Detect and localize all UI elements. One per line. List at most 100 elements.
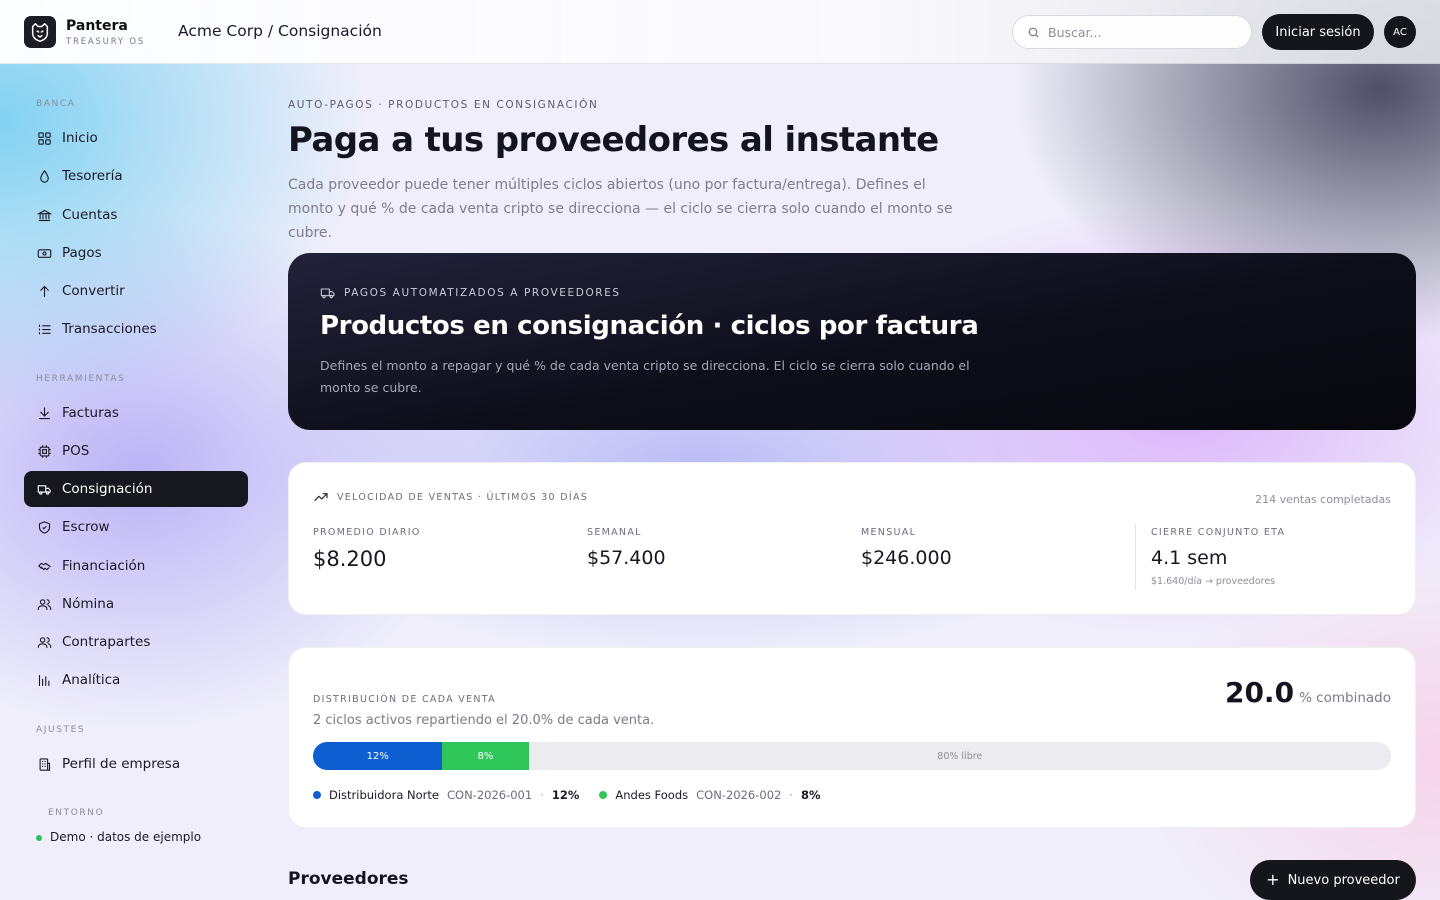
legend-code: CON-2026-002 <box>696 788 782 802</box>
bank-icon <box>36 207 52 223</box>
hero-kicker-text: PAGOS AUTOMATIZADOS A PROVEEDORES <box>344 287 621 299</box>
panther-logo-icon[interactable] <box>24 16 56 48</box>
page-description: Cada proveedor puede tener múltiples cic… <box>288 177 953 241</box>
sidebar-item-perfil-empresa[interactable]: Perfil de empresa <box>24 746 248 782</box>
environment-label: Demo · datos de ejemplo <box>50 830 202 844</box>
distribution-subtitle: 2 ciclos activos repartiendo el 20.0% de… <box>313 713 655 728</box>
page-title: Paga a tus proveedores al instante <box>288 120 939 160</box>
distribution-label: DISTRIBUCIÓN DE CADA VENTA <box>313 694 496 705</box>
sidebar-item-label: POS <box>62 443 90 459</box>
grid-icon <box>36 130 52 146</box>
metric-label-weekly: SEMANAL <box>587 527 642 538</box>
sidebar-item-label: Analítica <box>62 672 121 688</box>
hero-description: Defines el monto a repagar y qué % de ca… <box>320 358 970 395</box>
metric-label-monthly: MENSUAL <box>861 527 917 538</box>
distribution-segment-andes-foods[interactable]: 8% <box>442 742 529 770</box>
list-icon <box>36 321 52 337</box>
truck-icon <box>36 481 52 497</box>
plus-icon: + <box>1266 870 1280 889</box>
sidebar-item-consignacion[interactable]: Consignación <box>24 471 248 507</box>
search-icon <box>1027 26 1040 39</box>
combined-unit: % combinado <box>1299 690 1391 706</box>
arrow-up-icon <box>36 283 52 299</box>
avatar[interactable]: AC <box>1384 16 1416 48</box>
velocity-header: VELOCIDAD DE VENTAS · ÚLTIMOS 30 DÍAS <box>313 489 588 505</box>
brand-name: Pantera <box>66 18 128 34</box>
new-provider-label: Nuevo proveedor <box>1287 872 1400 888</box>
search-box[interactable] <box>1012 15 1252 49</box>
legend-percent: 12% <box>551 788 580 802</box>
hero-title: Productos en consignación · ciclos por f… <box>320 311 979 341</box>
users-icon <box>36 634 52 650</box>
legend-separator: · <box>789 788 793 802</box>
sidebar-item-label: Financiación <box>62 558 146 574</box>
legend-dot <box>313 791 321 799</box>
sidebar-item-facturas[interactable]: Facturas <box>24 395 248 431</box>
handshake-icon <box>36 558 52 574</box>
sidebar-section-banca: BANCA <box>36 99 76 109</box>
sidebar-item-transacciones[interactable]: Transacciones <box>24 311 248 347</box>
legend-percent: 8% <box>800 788 821 802</box>
sidebar-item-pagos[interactable]: Pagos <box>24 235 248 271</box>
sidebar-item-label: Escrow <box>62 519 110 535</box>
distribution-segment-free: 80% libre <box>937 750 983 762</box>
sidebar-section-entorno: ENTORNO <box>48 808 105 818</box>
sidebar-item-convertir[interactable]: Convertir <box>24 273 248 309</box>
sidebar-item-label: Perfil de empresa <box>62 756 181 772</box>
truck-icon <box>320 285 336 301</box>
combined-percentage: 20.0 % combinado <box>1225 676 1391 709</box>
new-provider-button[interactable]: + Nuevo proveedor <box>1250 860 1416 900</box>
breadcrumb: Acme Corp / Consignación <box>178 22 382 40</box>
metric-value-eta: 4.1 sem <box>1151 547 1228 569</box>
providers-section-title: Proveedores <box>288 869 409 889</box>
sidebar-item-label: Transacciones <box>62 321 157 337</box>
sidebar-item-contrapartes[interactable]: Contrapartes <box>24 624 248 660</box>
sidebar-item-label: Nómina <box>62 596 115 612</box>
sidebar-item-cuentas[interactable]: Cuentas <box>24 197 248 233</box>
distribution-legend: Distribuidora Norte CON-2026-001 · 12% A… <box>313 788 821 802</box>
login-button[interactable]: Iniciar sesión <box>1262 14 1374 50</box>
sidebar-item-label: Facturas <box>62 405 119 421</box>
distribution-bar: 12% 8% 80% libre <box>313 742 1391 770</box>
shield-icon <box>36 519 52 535</box>
search-input[interactable] <box>1048 24 1238 40</box>
legend-code: CON-2026-001 <box>446 788 533 802</box>
top-bar: Pantera TREASURY OS Acme Corp / Consigna… <box>0 0 1440 64</box>
metric-divider <box>1135 524 1136 590</box>
completed-sales-count: 214 ventas completadas <box>1255 493 1391 506</box>
legend-name: Distribuidora Norte <box>329 788 439 802</box>
environment-status-dot <box>36 835 42 841</box>
sale-distribution-card: DISTRIBUCIÓN DE CADA VENTA 2 ciclos acti… <box>288 647 1416 828</box>
sidebar-item-inicio[interactable]: Inicio <box>24 120 248 156</box>
sales-velocity-card: VELOCIDAD DE VENTAS · ÚLTIMOS 30 DÍAS 21… <box>288 462 1416 615</box>
sidebar-item-label: Convertir <box>62 283 125 299</box>
sidebar-item-nomina[interactable]: Nómina <box>24 586 248 622</box>
metric-value-weekly: $57.400 <box>587 547 666 569</box>
building-icon <box>36 756 52 772</box>
sidebar-item-label: Inicio <box>62 130 98 146</box>
distribution-segment-distribuidora-norte[interactable]: 12% <box>313 742 443 770</box>
users-icon <box>36 596 52 612</box>
metric-label-daily: PROMEDIO DIARIO <box>313 527 421 538</box>
sidebar-item-financiacion[interactable]: Financiación <box>24 548 248 584</box>
combined-value: 20.0 <box>1224 676 1295 709</box>
page-eyebrow: AUTO-PAGOS · PRODUCTOS EN CONSIGNACIÓN <box>288 99 599 111</box>
metric-sub-eta: $1.640/día → proveedores <box>1151 576 1276 587</box>
sidebar-item-label: Pagos <box>62 245 102 261</box>
download-icon <box>36 405 52 421</box>
sidebar-item-label: Tesorería <box>62 168 123 184</box>
hero-banner: PAGOS AUTOMATIZADOS A PROVEEDORES Produc… <box>288 253 1416 430</box>
sidebar-item-label: Consignación <box>62 481 153 497</box>
legend-name: Andes Foods <box>615 788 689 802</box>
sidebar-item-analitica[interactable]: Analítica <box>24 662 248 698</box>
metric-value-daily: $8.200 <box>313 547 387 571</box>
velocity-header-text: VELOCIDAD DE VENTAS · ÚLTIMOS 30 DÍAS <box>337 491 589 503</box>
bar-chart-icon <box>36 672 52 688</box>
sidebar-section-herramientas: HERRAMIENTAS <box>36 374 126 384</box>
sidebar-item-escrow[interactable]: Escrow <box>24 509 248 545</box>
sidebar-item-label: Contrapartes <box>62 634 151 650</box>
banknote-icon <box>36 245 52 261</box>
sidebar-item-pos[interactable]: POS <box>24 433 248 469</box>
hero-kicker: PAGOS AUTOMATIZADOS A PROVEEDORES <box>320 285 621 301</box>
sidebar-item-tesoreria[interactable]: Tesorería <box>24 158 248 194</box>
